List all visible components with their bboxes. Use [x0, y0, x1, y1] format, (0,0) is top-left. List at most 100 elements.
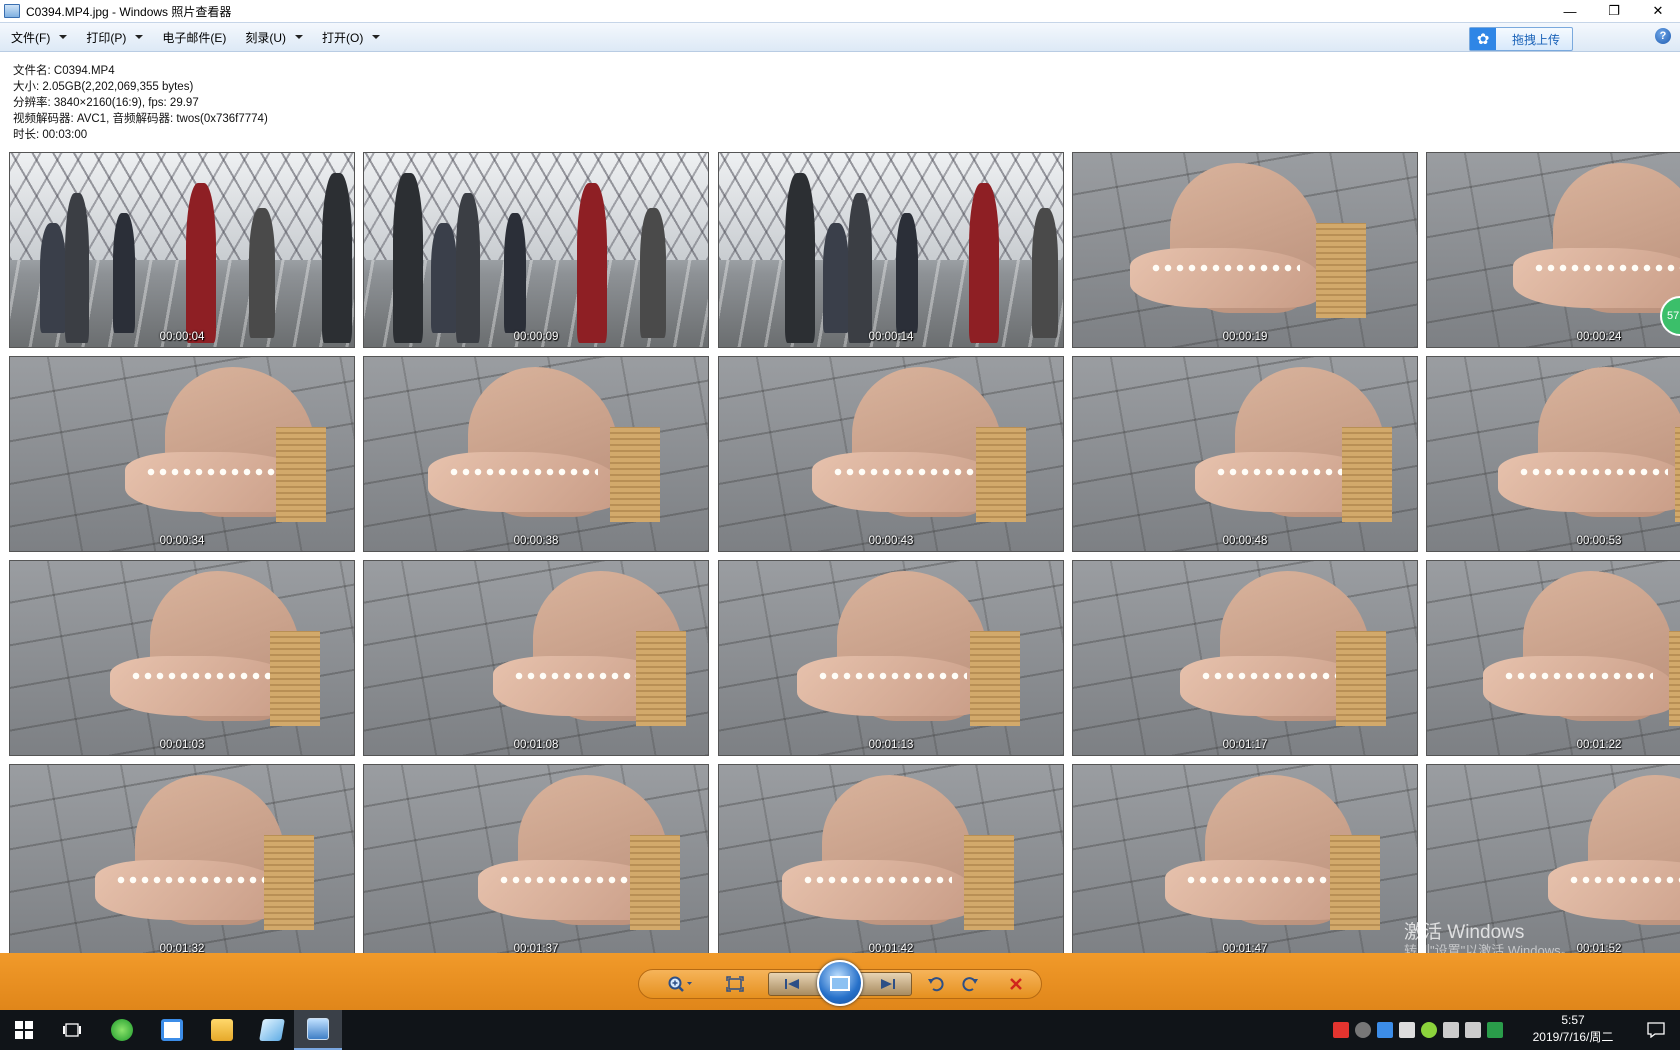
taskbar-file-explorer[interactable]	[198, 1010, 246, 1050]
video-frame-thumbnail: 00:00:34	[9, 356, 355, 552]
rotate-right-icon[interactable]	[959, 973, 981, 995]
minimize-button[interactable]: —	[1548, 0, 1592, 22]
block-heel	[635, 631, 686, 726]
menu-open[interactable]: 打开(O)	[311, 22, 388, 52]
security-shield-icon[interactable]	[1487, 1022, 1503, 1038]
rotate-left-icon[interactable]	[925, 973, 947, 995]
close-button[interactable]: ✕	[1636, 0, 1680, 22]
folder-icon	[211, 1019, 233, 1041]
network-off-icon[interactable]	[1355, 1022, 1371, 1038]
task-view-icon	[63, 1023, 81, 1037]
frame-timestamp: 00:00:19	[1222, 331, 1268, 343]
taskbar-notes-app[interactable]	[248, 1010, 296, 1050]
fit-window-icon[interactable]	[723, 973, 747, 995]
block-heel	[629, 835, 680, 930]
menu-file-label: 文件(F)	[11, 30, 51, 45]
frame-timestamp: 00:00:38	[513, 535, 559, 547]
thumbnail-grid: 00:00:04 00:00:09 00:00:14 00:00:19 00:00:24…	[9, 152, 1680, 953]
restore-button[interactable]: ❐	[1592, 0, 1636, 22]
block-heel	[276, 427, 326, 522]
frame-timestamp: 00:01:13	[868, 739, 914, 751]
taskbar	[0, 1010, 1680, 1050]
delete-icon[interactable]	[1005, 973, 1027, 995]
menu-file[interactable]: 文件(F)	[0, 22, 75, 52]
chevron-down-icon	[372, 35, 381, 39]
video-frame-thumbnail: 00:00:14	[718, 152, 1064, 348]
pearl-strap	[1503, 671, 1653, 681]
sandal	[95, 860, 285, 920]
frame-timestamp: 00:00:04	[159, 331, 205, 343]
block-heel	[1675, 427, 1680, 522]
menu-bar: 文件(F) 打印(P) 电子邮件(E) 刻录(U) 打开(O)	[0, 22, 1680, 52]
video-frame-thumbnail: 00:00:48	[1072, 356, 1418, 552]
sogou-ime-icon[interactable]	[1333, 1022, 1349, 1038]
taskbar-clock[interactable]: 5:57 2019/7/16/周二	[1528, 1012, 1618, 1046]
browser-icon	[111, 1019, 133, 1041]
taskbar-cloud-app[interactable]	[148, 1010, 196, 1050]
menu-print[interactable]: 打印(P)	[75, 22, 151, 52]
block-heel	[970, 631, 1021, 726]
add-icon[interactable]	[1421, 1022, 1437, 1038]
frame-timestamp: 00:01:03	[159, 739, 205, 751]
chevron-down-icon	[59, 35, 68, 39]
drag-upload-button[interactable]: ✿ 拖拽上传	[1469, 27, 1573, 51]
menu-open-label: 打开(O)	[322, 30, 364, 45]
sandal	[782, 860, 972, 920]
pearl-strap	[1533, 263, 1680, 273]
frame-timestamp: 00:01:22	[1576, 739, 1622, 751]
pearl-strap	[802, 875, 952, 885]
magnifier-zoom-icon[interactable]	[664, 973, 696, 995]
help-icon[interactable]: ?	[1655, 28, 1671, 44]
video-frame-thumbnail: 00:00:53	[1426, 356, 1680, 552]
notes-icon	[259, 1019, 285, 1041]
start-button[interactable]	[0, 1010, 48, 1050]
passenger	[40, 223, 66, 333]
station-roof	[719, 153, 1063, 260]
network-icon[interactable]	[1443, 1022, 1459, 1038]
passenger	[322, 173, 352, 343]
next-icon[interactable]	[876, 975, 900, 993]
video-frame-thumbnail: 00:01:03	[9, 560, 355, 756]
slideshow-screen	[830, 975, 850, 991]
frame-timestamp: 00:01:37	[513, 943, 559, 953]
video-frame-thumbnail: 00:01:37	[363, 764, 709, 953]
passenger	[431, 223, 457, 333]
passenger	[896, 213, 918, 333]
video-frame-thumbnail: 00:01:17	[1072, 560, 1418, 756]
cloud-tray-icon[interactable]	[1377, 1022, 1393, 1038]
passenger	[65, 193, 89, 343]
menu-email-label: 电子邮件(E)	[162, 30, 227, 45]
menu-burn-label: 刻录(U)	[245, 30, 286, 45]
usb-icon[interactable]	[1399, 1022, 1415, 1038]
pearl-strap	[832, 467, 982, 477]
slideshow-icon[interactable]	[817, 960, 863, 1006]
passenger	[640, 208, 666, 338]
sandal	[1513, 248, 1680, 308]
info-resolution: 分辨率: 3840×2160(16:9), fps: 29.97	[13, 97, 199, 109]
info-codec: 视频解码器: AVC1, 音频解码器: twos(0x736f7774)	[13, 113, 268, 125]
video-frame-thumbnail: 00:01:08	[363, 560, 709, 756]
taskbar-photo-viewer[interactable]	[294, 1010, 342, 1050]
sandal	[1165, 860, 1355, 920]
video-frame-thumbnail: 00:01:47	[1072, 764, 1418, 953]
menu-burn[interactable]: 刻录(U)	[234, 22, 311, 52]
cloud-drive-icon	[161, 1019, 183, 1041]
pearl-strap	[1185, 875, 1335, 885]
frame-timestamp: 00:00:43	[868, 535, 914, 547]
volume-icon[interactable]	[1465, 1022, 1481, 1038]
notification-center-button[interactable]	[1632, 1010, 1680, 1050]
passenger	[393, 173, 423, 343]
notification-icon	[1647, 1022, 1665, 1038]
pearl-strap	[1518, 467, 1668, 477]
sandal	[1498, 452, 1680, 512]
passenger	[113, 213, 135, 333]
sandal	[1548, 860, 1680, 920]
task-view-button[interactable]	[48, 1010, 96, 1050]
frame-timestamp: 00:00:53	[1576, 535, 1622, 547]
taskbar-browser-app[interactable]	[98, 1010, 146, 1050]
pearl-strap	[145, 467, 295, 477]
previous-icon[interactable]	[780, 975, 804, 993]
menu-email[interactable]: 电子邮件(E)	[151, 22, 234, 52]
block-heel	[609, 427, 660, 522]
video-frame-thumbnail: 00:01:13	[718, 560, 1064, 756]
